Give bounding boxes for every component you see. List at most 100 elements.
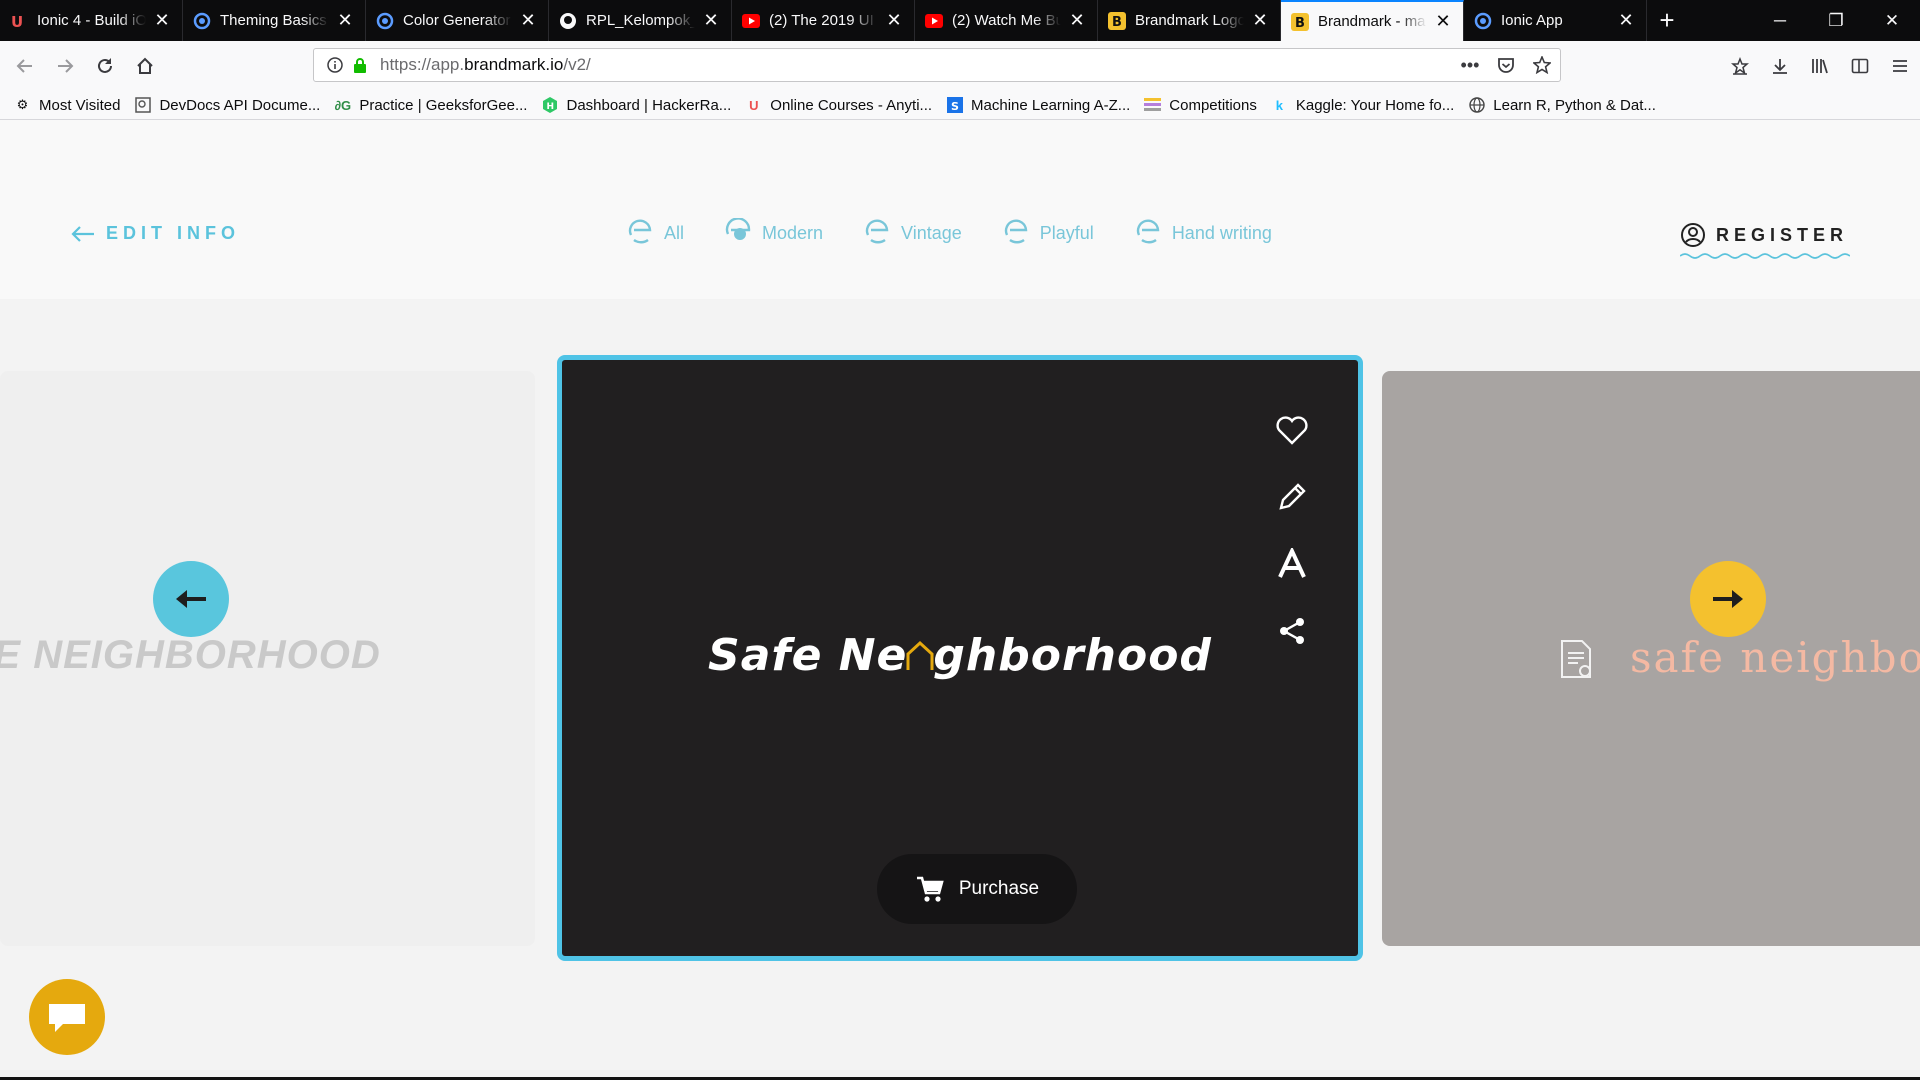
back-arrow-icon bbox=[16, 59, 32, 73]
reload-button[interactable] bbox=[85, 48, 125, 84]
filter-all[interactable]: All bbox=[626, 218, 684, 248]
bookmark-devdocs[interactable]: DevDocs API Docume... bbox=[134, 97, 320, 114]
filter-label: Hand writing bbox=[1171, 222, 1272, 243]
filter-label: All bbox=[664, 222, 685, 243]
close-icon[interactable]: ✕ bbox=[701, 10, 721, 31]
bookmarks-menu-icon[interactable] bbox=[1720, 57, 1760, 75]
cart-icon bbox=[916, 876, 944, 902]
font-icon[interactable] bbox=[1272, 544, 1312, 584]
filter-playful[interactable]: Playful bbox=[1002, 218, 1094, 248]
lock-icon[interactable] bbox=[352, 57, 368, 73]
previous-logo-card[interactable]: FE NEIGHBORHOOD bbox=[0, 371, 535, 946]
home-button[interactable] bbox=[125, 48, 165, 84]
more-actions-icon[interactable]: ••• bbox=[1452, 55, 1488, 76]
chat-button[interactable] bbox=[29, 979, 105, 1055]
tab-rpl-kelompok[interactable]: RPL_Kelompok_ ✕ bbox=[549, 0, 732, 41]
kaggle-icon: k bbox=[1275, 97, 1283, 113]
url-prefix: https://app. bbox=[380, 55, 465, 74]
close-icon[interactable]: ✕ bbox=[1433, 11, 1453, 32]
toolbar-right bbox=[1720, 41, 1920, 91]
user-circle-icon bbox=[1681, 223, 1705, 247]
download-icon[interactable] bbox=[1760, 57, 1800, 75]
svg-text:B: B bbox=[1112, 15, 1122, 30]
close-icon[interactable]: ✕ bbox=[884, 10, 904, 31]
close-icon[interactable]: ✕ bbox=[1067, 10, 1087, 31]
devdocs-icon bbox=[134, 97, 151, 114]
brandmark-icon: B bbox=[1108, 11, 1126, 30]
gfg-icon: ∂G bbox=[334, 97, 352, 113]
hackerrank-icon: H bbox=[541, 97, 558, 114]
close-icon[interactable]: ✕ bbox=[518, 10, 538, 31]
filter-label: Vintage bbox=[901, 222, 962, 243]
sidebar-icon[interactable] bbox=[1840, 57, 1880, 75]
filter-hand-writing[interactable]: Hand writing bbox=[1134, 218, 1272, 248]
bookmark-udemy[interactable]: U Online Courses - Anyti... bbox=[745, 97, 932, 114]
bookmark-hackerrank[interactable]: H Dashboard | HackerRa... bbox=[541, 97, 731, 114]
bookmark-geeksforgeeks[interactable]: ∂G Practice | GeeksforGee... bbox=[334, 97, 528, 114]
tab-brandmark-active[interactable]: B Brandmark - ma ✕ bbox=[1281, 0, 1464, 41]
tab-label: RPL_Kelompok_ bbox=[586, 12, 695, 29]
url-actions: ••• bbox=[1452, 55, 1560, 76]
tab-brandmark-logo[interactable]: B Brandmark Logo ✕ bbox=[1098, 0, 1281, 41]
register-button[interactable]: REGISTER bbox=[1680, 222, 1850, 259]
edit-info-button[interactable]: EDIT INFO bbox=[70, 223, 240, 244]
document-icon bbox=[1561, 640, 1591, 678]
pencil-icon[interactable] bbox=[1272, 477, 1312, 517]
close-icon[interactable]: ✕ bbox=[335, 10, 355, 31]
logo-text-start: Safe Ne bbox=[708, 630, 908, 681]
filter-vintage[interactable]: Vintage bbox=[863, 218, 962, 248]
tab-ionic-4[interactable]: U Ionic 4 - Build iOS ✕ bbox=[0, 0, 183, 41]
filter-label: Playful bbox=[1039, 222, 1094, 243]
close-icon[interactable]: ✕ bbox=[1616, 10, 1636, 31]
window-close-icon[interactable]: ✕ bbox=[1864, 0, 1920, 41]
next-logo-card[interactable]: safe neighborho bbox=[1382, 371, 1920, 946]
gear-icon: ⚙ bbox=[16, 97, 29, 112]
minimize-icon[interactable]: ─ bbox=[1752, 0, 1808, 41]
bookmark-kaggle[interactable]: k Kaggle: Your Home fo... bbox=[1271, 96, 1455, 114]
tab-ui-design[interactable]: (2) The 2019 UI D ✕ bbox=[732, 0, 915, 41]
bookmark-competitions[interactable]: Competitions bbox=[1144, 97, 1257, 114]
share-icon[interactable] bbox=[1272, 611, 1312, 651]
close-icon[interactable]: ✕ bbox=[1250, 10, 1270, 31]
tab-label: Theming Basics bbox=[220, 12, 327, 29]
tab-label: Brandmark Logo bbox=[1135, 12, 1244, 29]
bookmark-star-icon[interactable] bbox=[1524, 56, 1560, 74]
back-button[interactable] bbox=[5, 48, 45, 84]
tab-color-generator[interactable]: Color Generator ✕ bbox=[366, 0, 549, 41]
edit-info-label: EDIT INFO bbox=[106, 223, 240, 243]
forward-button[interactable] bbox=[45, 48, 85, 84]
bookmark-label: Most Visited bbox=[39, 96, 121, 114]
arrow-left-icon bbox=[71, 225, 94, 242]
tab-ionic-app[interactable]: Ionic App ✕ bbox=[1464, 0, 1647, 41]
ionic-icon bbox=[193, 12, 211, 30]
superdatascience-icon: S bbox=[946, 97, 963, 114]
arrow-left-icon bbox=[176, 590, 206, 608]
next-logo-button[interactable] bbox=[1690, 561, 1766, 637]
new-tab-button[interactable]: + bbox=[1647, 0, 1687, 41]
bookmark-machine-learning[interactable]: S Machine Learning A-Z... bbox=[946, 97, 1130, 114]
swoosh-icon bbox=[1136, 219, 1160, 244]
tab-watch-me[interactable]: (2) Watch Me Bu ✕ bbox=[915, 0, 1098, 41]
tab-theming-basics[interactable]: Theming Basics ✕ bbox=[183, 0, 366, 41]
page-header: EDIT INFO All Modern Vintage Playful Han… bbox=[0, 120, 1920, 299]
bookmark-label: Kaggle: Your Home fo... bbox=[1295, 96, 1455, 114]
url-bar[interactable]: https://app.brandmark.io/v2/ ••• bbox=[313, 48, 1561, 82]
filter-modern[interactable]: Modern bbox=[724, 218, 823, 248]
bookmark-learn-r-python[interactable]: Learn R, Python & Dat... bbox=[1468, 97, 1656, 114]
info-icon[interactable] bbox=[326, 57, 344, 73]
library-icon[interactable] bbox=[1800, 57, 1840, 75]
svg-text:S: S bbox=[951, 100, 959, 113]
restore-icon[interactable]: ❐ bbox=[1808, 0, 1864, 41]
previous-logo-button[interactable] bbox=[153, 561, 229, 637]
udemy-icon: U bbox=[749, 97, 759, 113]
hamburger-menu-icon[interactable] bbox=[1880, 57, 1920, 75]
heart-icon[interactable] bbox=[1272, 410, 1312, 450]
bookmark-most-visited[interactable]: ⚙ Most Visited bbox=[14, 96, 121, 114]
pocket-icon[interactable] bbox=[1488, 56, 1524, 74]
brandmark-icon: B bbox=[1291, 12, 1309, 31]
purchase-button[interactable]: Purchase bbox=[877, 854, 1077, 924]
modern-swoosh-icon bbox=[725, 218, 751, 240]
close-icon[interactable]: ✕ bbox=[152, 10, 172, 31]
swoosh-icon bbox=[628, 219, 652, 244]
udemy-icon: U bbox=[10, 12, 28, 30]
